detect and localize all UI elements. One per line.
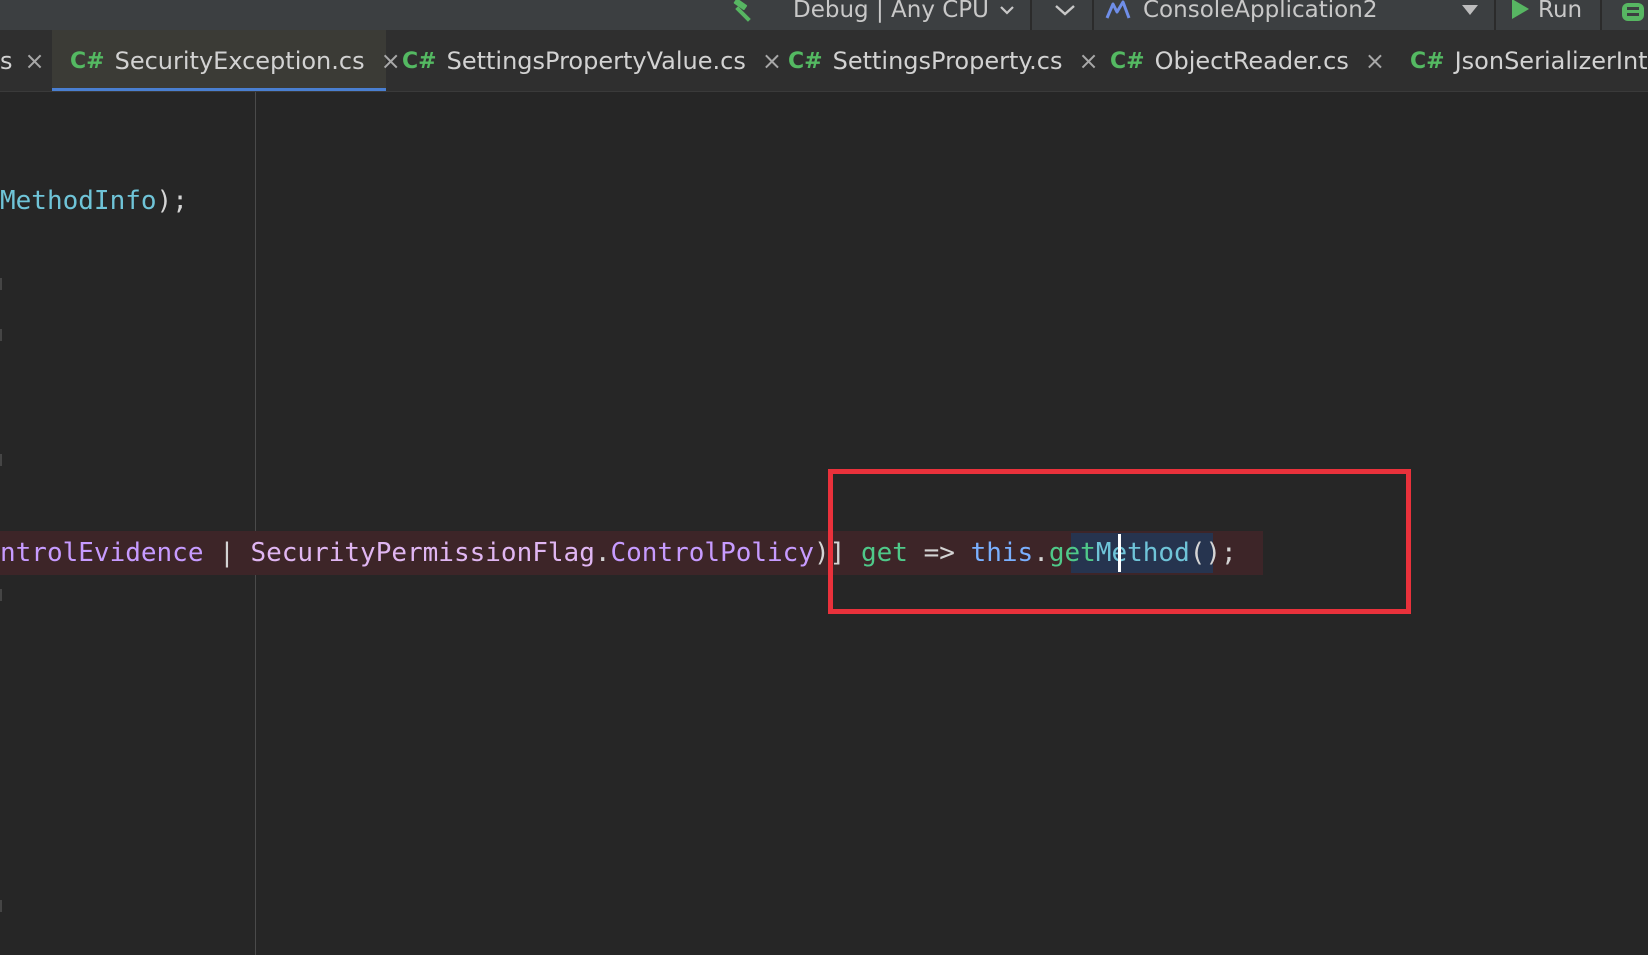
indent-guide [255, 92, 256, 955]
code-editor[interactable]: MethodInfo); ntrolEvidence | SecurityPer… [0, 92, 1648, 955]
dotnet-logo-icon [1105, 0, 1131, 19]
csharp-file-icon: C# [402, 48, 437, 74]
tab-settings-property-value[interactable]: C# SettingsPropertyValue.cs × [386, 30, 782, 91]
tab-label: JsonSerializerInterr [1454, 47, 1648, 75]
annotation-highlight-box [828, 469, 1411, 614]
toolbar-separator [1092, 0, 1094, 30]
close-icon[interactable]: × [1365, 47, 1385, 75]
close-icon[interactable]: × [25, 47, 45, 75]
tab-label: SecurityException.cs [114, 47, 365, 75]
run-configuration-dropdown[interactable] [1455, 0, 1485, 30]
chevron-down-icon [1055, 5, 1075, 16]
code-token: ); [156, 186, 188, 216]
tab-previous-file[interactable]: s × [0, 30, 52, 91]
configuration-selector[interactable]: Debug | Any CPU [793, 0, 1015, 30]
toolbar-separator [1600, 0, 1602, 30]
code-token: | [203, 538, 251, 568]
main-toolbar: Debug | Any CPU ConsoleApplication2 Run [0, 0, 1648, 30]
fold-marker [0, 589, 2, 601]
code-token: . [594, 538, 611, 568]
tab-label: SettingsProperty.cs [832, 47, 1063, 75]
chevron-down-icon [1000, 6, 1014, 15]
tab-json-serializer-internal[interactable]: C# JsonSerializerInterr [1394, 30, 1648, 91]
code-token: MethodInfo [0, 186, 157, 216]
csharp-file-icon: C# [70, 48, 105, 74]
run-configuration-label: ConsoleApplication2 [1143, 0, 1378, 23]
csharp-file-icon: C# [1110, 48, 1145, 74]
fold-marker [0, 900, 2, 912]
toolbar-separator [1030, 0, 1032, 30]
editor-tab-bar: s × C# SecurityException.cs × C# Setting… [0, 30, 1648, 92]
triangle-down-icon [1462, 5, 1478, 15]
target-dropdown-button[interactable] [1047, 0, 1083, 30]
debug-button[interactable] [1618, 0, 1648, 30]
hammer-icon [733, 0, 751, 22]
tab-object-reader[interactable]: C# ObjectReader.cs × [1094, 30, 1394, 91]
play-icon [1512, 0, 1529, 19]
csharp-file-icon: C# [1410, 48, 1445, 74]
bug-icon [1622, 3, 1644, 21]
tab-security-exception[interactable]: C# SecurityException.cs × [52, 30, 401, 91]
run-configuration-selector[interactable]: ConsoleApplication2 [1105, 0, 1377, 30]
tab-label: ObjectReader.cs [1154, 47, 1349, 75]
fold-marker [0, 454, 2, 466]
toolbar-separator [1494, 0, 1496, 30]
code-line: MethodInfo); [0, 181, 188, 221]
code-token: ControlPolicy [610, 538, 815, 568]
fold-marker [0, 329, 2, 341]
run-label: Run [1538, 0, 1583, 23]
tab-label: s [0, 47, 13, 75]
code-token: ntrolEvidence [0, 538, 204, 568]
build-button[interactable] [728, 0, 764, 30]
fold-marker [0, 278, 2, 290]
code-token: SecurityPermissionFlag [250, 538, 595, 568]
csharp-file-icon: C# [788, 48, 823, 74]
tab-settings-property[interactable]: C# SettingsProperty.cs × [772, 30, 1099, 91]
run-button[interactable]: Run [1510, 0, 1582, 30]
tab-label: SettingsPropertyValue.cs [446, 47, 746, 75]
configuration-label: Debug | Any CPU [793, 0, 990, 23]
